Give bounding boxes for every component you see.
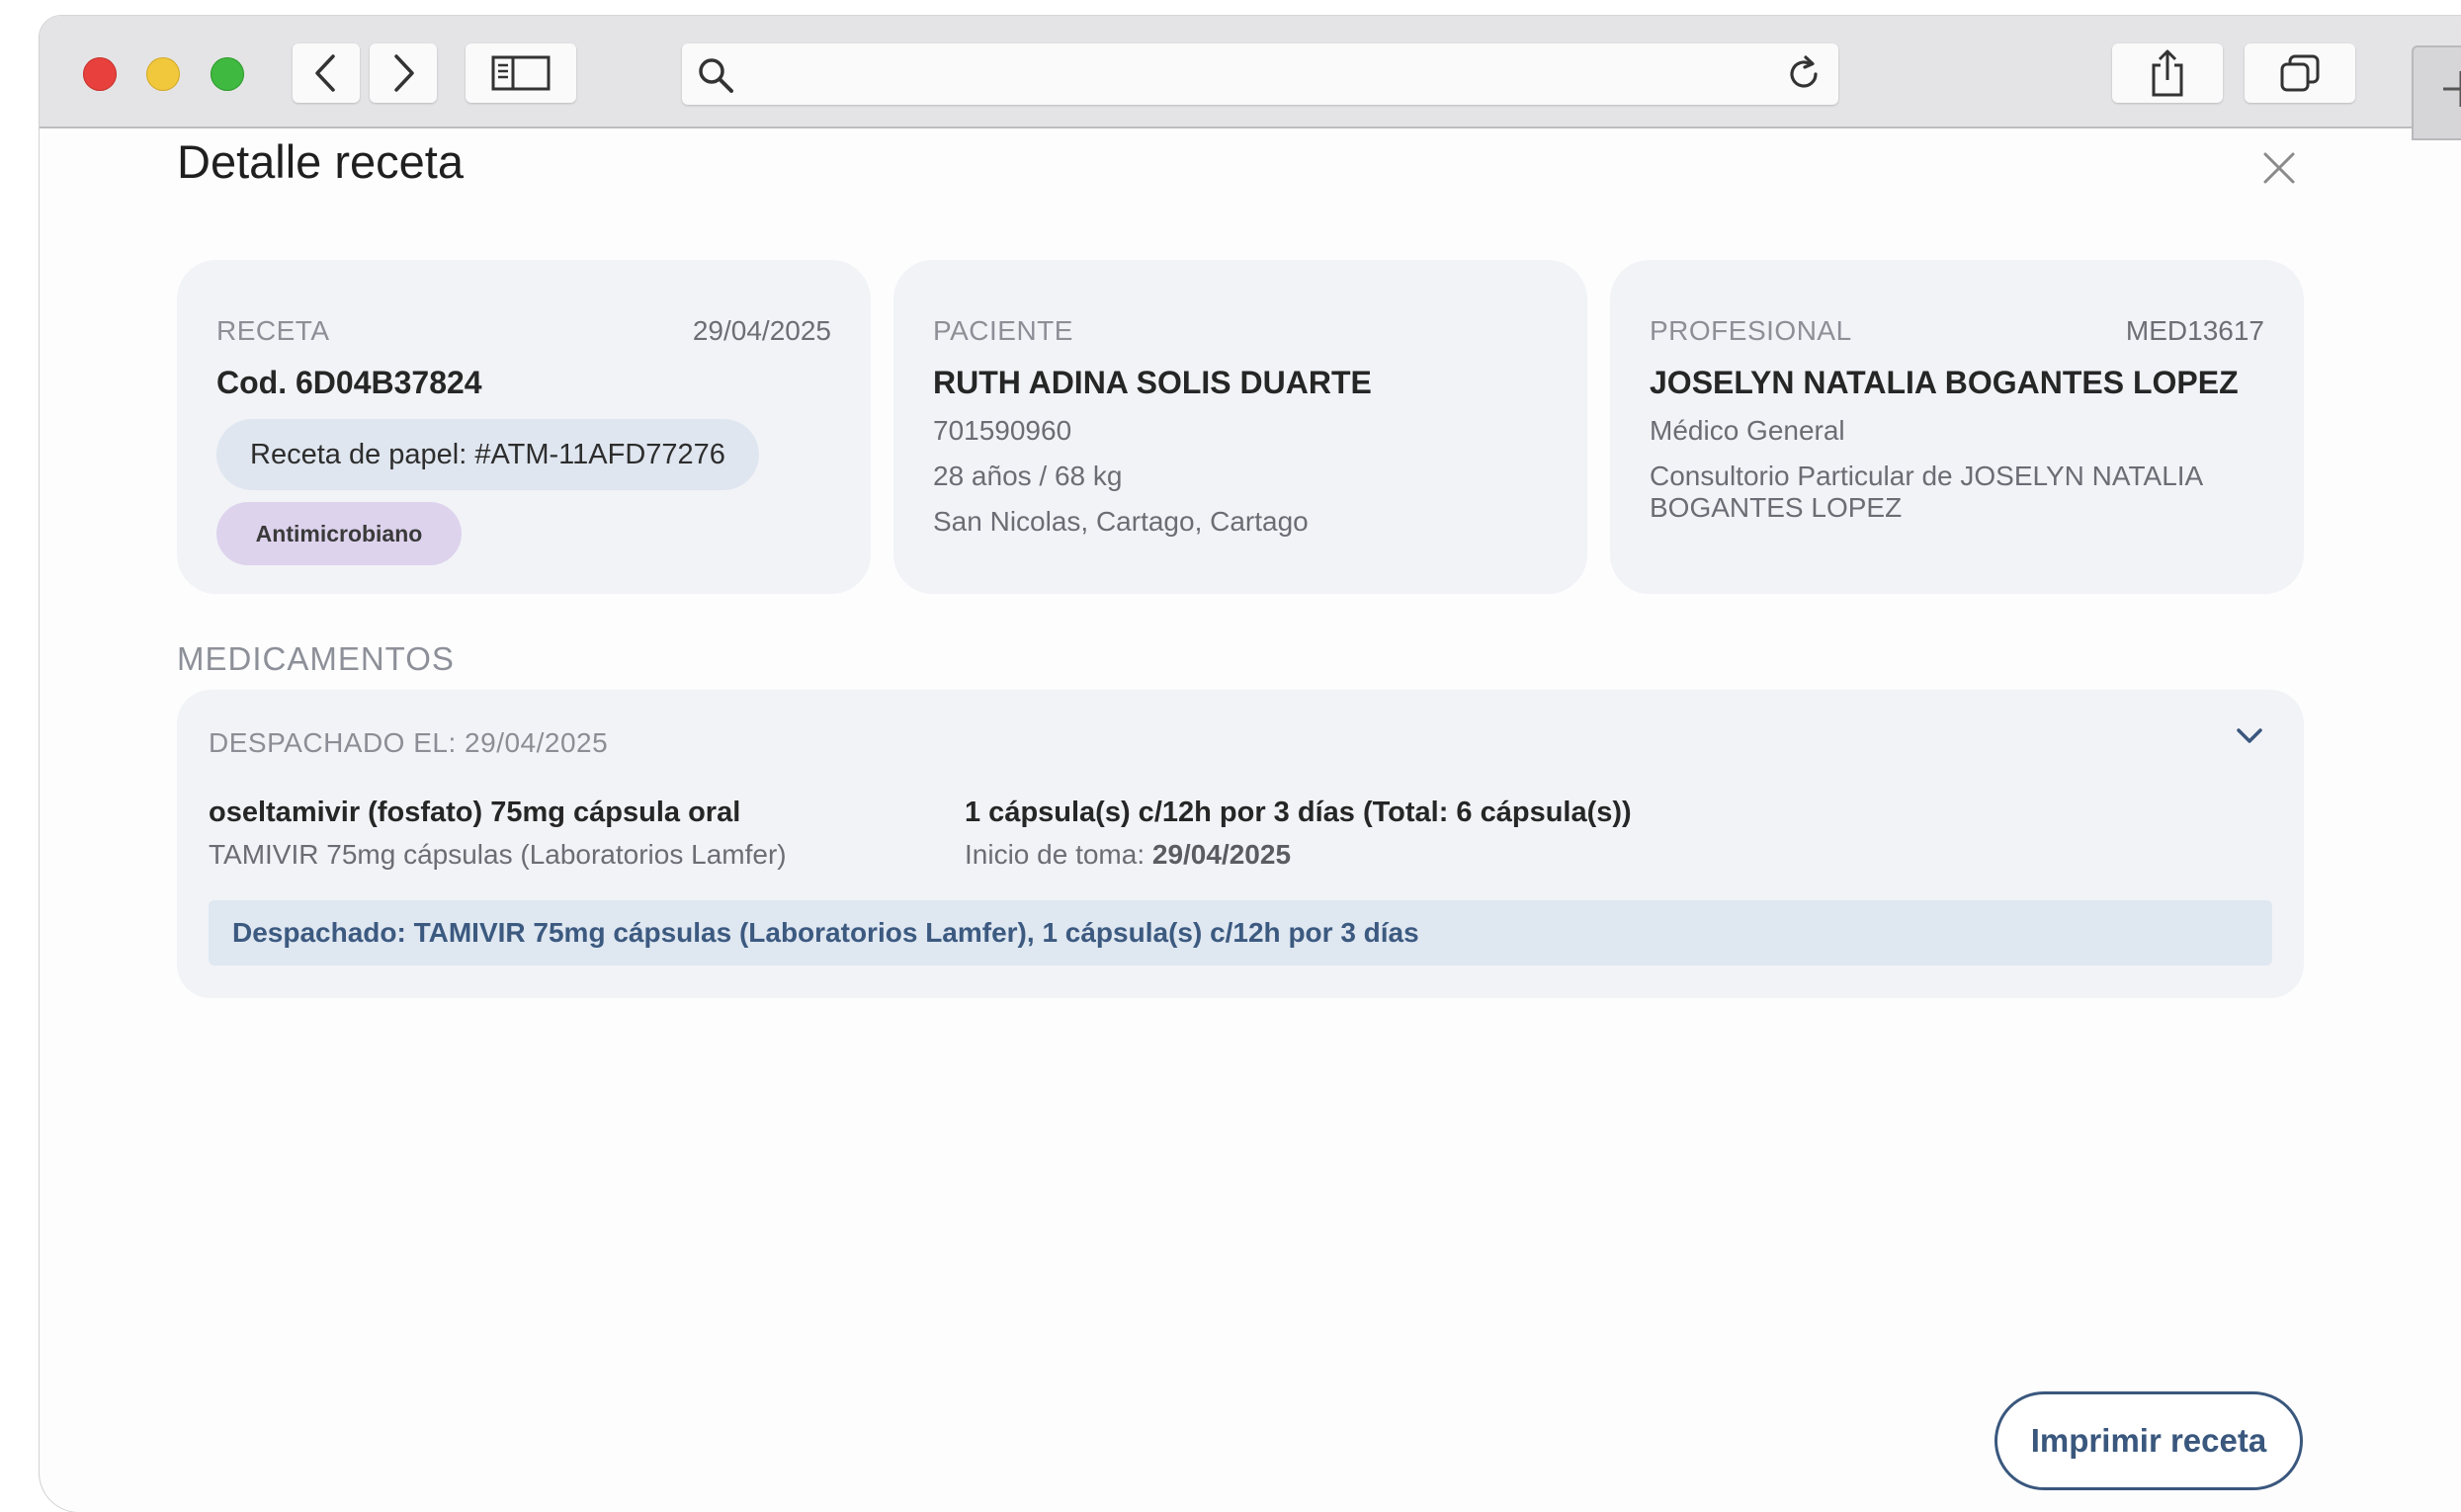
dispatched-date-label: DESPACHADO EL: 29/04/2025 — [209, 727, 609, 758]
receta-label: RECETA — [216, 315, 330, 346]
print-prescription-button[interactable]: Imprimir receta — [1994, 1391, 2303, 1490]
profesional-specialty: Médico General — [1650, 415, 1845, 446]
medication-card: DESPACHADO EL: 29/04/2025 oseltamivir (f… — [177, 690, 2304, 998]
receta-card: RECETA 29/04/2025 Cod. 6D04B37824 Receta… — [177, 260, 871, 594]
medication-info: oseltamivir (fosfato) 75mg cápsula oral … — [209, 797, 787, 871]
search-icon — [699, 58, 733, 93]
profesional-code: MED13617 — [2125, 315, 2264, 346]
start-date: 29/04/2025 — [1151, 839, 1292, 870]
paper-prescription-pill: Receta de papel: #ATM-11AFD77276 — [216, 419, 759, 490]
medication-brand: TAMIVIR 75mg cápsulas (Laboratorios Lamf… — [209, 839, 787, 870]
modal-title: Detalle receta — [177, 135, 464, 188]
medication-dosage-info: 1 cápsula(s) c/12h por 3 días (Total: 6 … — [965, 797, 1632, 871]
medication-start: Inicio de toma: 29/04/2025 — [965, 839, 1632, 871]
profesional-card-header: PROFESIONAL MED13617 — [1650, 315, 2264, 347]
share-icon — [2152, 49, 2183, 97]
close-icon[interactable] — [2257, 146, 2301, 190]
back-icon — [315, 54, 335, 92]
new-tab-button[interactable] — [2412, 45, 2461, 140]
tabs-button[interactable] — [2245, 43, 2355, 103]
minimize-window-button[interactable] — [146, 57, 180, 91]
sidebar-icon — [491, 55, 551, 91]
forward-button[interactable] — [370, 43, 437, 103]
address-bar[interactable] — [682, 43, 1838, 105]
patient-id: 701590960 — [933, 415, 1072, 446]
patient-age-weight: 28 años / 68 kg — [933, 461, 1123, 491]
paciente-card-header: PACIENTE — [933, 315, 1548, 347]
receta-card-header: RECETA 29/04/2025 — [216, 315, 831, 347]
medication-dosage: 1 cápsula(s) c/12h por 3 días (Total: 6 … — [965, 797, 1632, 828]
chevron-down-icon[interactable] — [2235, 725, 2264, 747]
back-button[interactable] — [293, 43, 360, 103]
profesional-label: PROFESIONAL — [1650, 315, 1852, 346]
share-button[interactable] — [2112, 43, 2223, 103]
profesional-card: PROFESIONAL MED13617 JOSELYN NATALIA BOG… — [1610, 260, 2304, 594]
medication-name: oseltamivir (fosfato) 75mg cápsula oral — [209, 797, 741, 828]
maximize-window-button[interactable] — [211, 57, 244, 91]
paciente-label: PACIENTE — [933, 315, 1073, 346]
profesional-name: JOSELYN NATALIA BOGANTES LOPEZ — [1650, 365, 2239, 400]
new-tab-icon — [2443, 71, 2461, 107]
receta-code: Cod. 6D04B37824 — [216, 365, 482, 400]
medicamentos-section-label: MEDICAMENTOS — [177, 640, 455, 677]
profesional-office: Consultorio Particular de JOSELYN NATALI… — [1650, 461, 2202, 523]
forward-icon — [394, 54, 414, 92]
dispatch-note: Despachado: TAMIVIR 75mg cápsulas (Labor… — [209, 900, 2272, 966]
browser-toolbar — [40, 16, 2461, 140]
start-label: Inicio de toma: — [965, 839, 1152, 870]
antimicrobiano-badge: Antimicrobiano — [216, 502, 462, 565]
tabs-icon — [2280, 54, 2320, 92]
close-window-button[interactable] — [83, 57, 117, 91]
receta-date: 29/04/2025 — [692, 315, 831, 346]
patient-location: San Nicolas, Cartago, Cartago — [933, 506, 1309, 537]
reload-icon[interactable] — [1783, 53, 1825, 95]
paciente-card: PACIENTE RUTH ADINA SOLIS DUARTE 7015909… — [893, 260, 1587, 594]
sidebar-button[interactable] — [466, 43, 576, 103]
patient-name: RUTH ADINA SOLIS DUARTE — [933, 365, 1372, 400]
